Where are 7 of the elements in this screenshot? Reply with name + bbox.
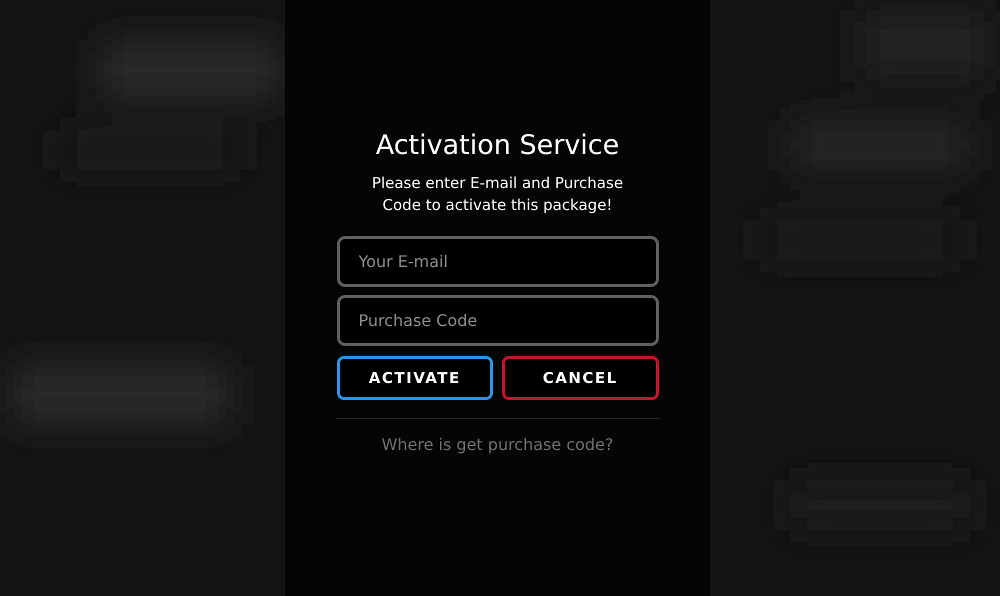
input-field[interactable]: Purchase Code xyxy=(336,295,658,346)
input-field[interactable]: Your E-mail xyxy=(336,236,658,287)
dialog-message: Please enter E-mail and Purchase Code to activate this package! xyxy=(370,173,624,216)
cancel-button[interactable]: CANCEL xyxy=(502,356,658,400)
activate-button[interactable]: ACTIVATE xyxy=(336,356,493,400)
dialog-title: Activation Service xyxy=(376,129,620,163)
help-link[interactable]: Where is get purchase code? xyxy=(382,435,614,454)
